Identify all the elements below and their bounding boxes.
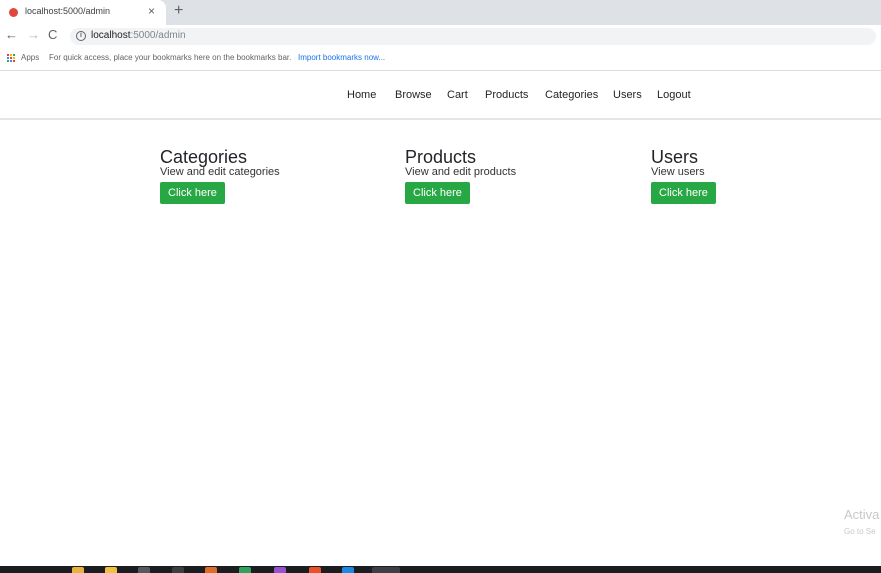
- url-text[interactable]: localhost:5000/admin: [91, 30, 186, 41]
- chrome-taskbar-icon[interactable]: [372, 567, 400, 573]
- activation-watermark-title: Activa: [844, 507, 880, 522]
- taskbar-app-icon[interactable]: [239, 567, 251, 573]
- forward-arrow-icon[interactable]: →: [27, 27, 40, 43]
- nav-link-home[interactable]: Home: [347, 89, 376, 101]
- card-description: View and edit products: [405, 166, 517, 178]
- import-bookmarks-link[interactable]: Import bookmarks now...: [298, 53, 385, 62]
- address-bar[interactable]: i localhost:5000/admin: [70, 28, 876, 45]
- file-explorer-icon[interactable]: [72, 567, 84, 573]
- url-host: localhost: [91, 30, 131, 41]
- site-navbar: Home Browse Cart Products Categories Use…: [0, 71, 881, 120]
- activation-watermark-subtitle: Go to Se: [844, 527, 876, 536]
- back-arrow-icon[interactable]: ←: [5, 27, 18, 43]
- card-description: View users: [651, 166, 705, 178]
- taskbar-app-icon[interactable]: [342, 567, 354, 573]
- admin-card-categories: Categories View and edit categories Clic…: [160, 147, 360, 204]
- tab-title: localhost:5000/admin: [25, 6, 111, 16]
- favicon-icon: [9, 8, 18, 17]
- products-click-here-button[interactable]: Click here: [405, 182, 470, 204]
- nav-link-users[interactable]: Users: [613, 89, 642, 101]
- card-title: Categories: [160, 147, 248, 167]
- bookmarks-bar: Apps For quick access, place your bookma…: [0, 47, 881, 71]
- tab-close-icon[interactable]: ×: [148, 4, 155, 18]
- apps-grid-icon[interactable]: [7, 54, 16, 63]
- nav-link-categories[interactable]: Categories: [545, 89, 598, 101]
- apps-shortcut[interactable]: Apps: [21, 53, 39, 62]
- nav-link-browse[interactable]: Browse: [395, 89, 432, 101]
- taskbar-app-icon[interactable]: [274, 567, 286, 573]
- nav-link-logout[interactable]: Logout: [657, 89, 691, 101]
- browser-tab[interactable]: localhost:5000/admin ×: [0, 0, 166, 25]
- admin-card-users: Users View users Click here: [651, 147, 851, 204]
- nav-link-products[interactable]: Products: [485, 89, 528, 101]
- os-taskbar: [0, 566, 881, 573]
- nav-link-cart[interactable]: Cart: [447, 89, 468, 101]
- info-circle-icon[interactable]: i: [76, 31, 86, 41]
- taskbar-app-icon[interactable]: [309, 567, 321, 573]
- admin-card-products: Products View and edit products Click he…: [405, 147, 605, 204]
- taskbar-app-icon[interactable]: [105, 567, 117, 573]
- bookmarks-hint: For quick access, place your bookmarks h…: [49, 53, 292, 62]
- new-tab-button[interactable]: +: [174, 2, 183, 20]
- card-title: Products: [405, 147, 477, 167]
- taskbar-app-icon[interactable]: [172, 567, 184, 573]
- taskbar-app-icon[interactable]: [138, 567, 150, 573]
- url-path: :5000/admin: [130, 30, 186, 41]
- card-title: Users: [651, 147, 699, 167]
- taskbar-app-icon[interactable]: [205, 567, 217, 573]
- categories-click-here-button[interactable]: Click here: [160, 182, 225, 204]
- browser-tab-strip: localhost:5000/admin × +: [0, 0, 881, 25]
- browser-toolbar: ← → C i localhost:5000/admin: [0, 25, 881, 47]
- users-click-here-button[interactable]: Click here: [651, 182, 716, 204]
- card-description: View and edit categories: [160, 166, 280, 178]
- reload-icon[interactable]: C: [48, 27, 57, 43]
